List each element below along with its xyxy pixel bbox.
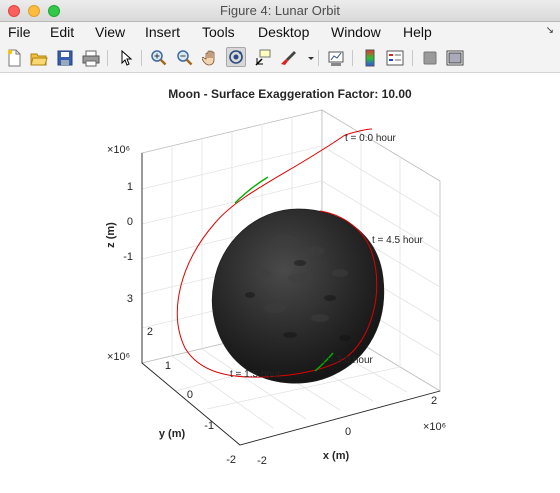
zoom-in-icon[interactable] bbox=[150, 49, 168, 67]
y-tick-label: 3 bbox=[127, 293, 133, 305]
plot-title: Moon - Surface Exaggeration Factor: 10.0… bbox=[168, 87, 412, 101]
menu-help[interactable]: Help bbox=[403, 24, 432, 40]
x-tick-label: 0 bbox=[345, 426, 351, 438]
brush-icon[interactable] bbox=[280, 49, 298, 67]
dropdown-arrow-icon[interactable] bbox=[302, 49, 314, 67]
figure-canvas[interactable]: Moon - Surface Exaggeration Factor: 10.0… bbox=[0, 73, 560, 493]
menubar: File Edit View Insert Tools Desktop Wind… bbox=[0, 22, 560, 43]
pan-hand-icon[interactable] bbox=[202, 49, 220, 67]
link-plot-icon[interactable] bbox=[327, 49, 345, 67]
x-axis-label: x (m) bbox=[323, 450, 350, 462]
z-axis-label: z (m) bbox=[105, 222, 117, 248]
edit-plot-pointer-icon[interactable] bbox=[117, 49, 135, 67]
z-tick-label: -1 bbox=[123, 251, 133, 263]
y-tick-label: -1 bbox=[204, 420, 214, 432]
menu-desktop[interactable]: Desktop bbox=[258, 24, 309, 40]
menu-edit[interactable]: Edit bbox=[50, 24, 74, 40]
new-figure-icon[interactable] bbox=[5, 49, 23, 67]
y-axis-label: y (m) bbox=[159, 428, 186, 440]
z-exponent: ×10⁶ bbox=[107, 144, 130, 156]
y-tick-label: 0 bbox=[187, 389, 193, 401]
x-exponent: ×10⁶ bbox=[423, 421, 446, 433]
y-exponent: ×10⁶ bbox=[107, 351, 130, 363]
menu-tools[interactable]: Tools bbox=[202, 24, 235, 40]
menu-view[interactable]: View bbox=[95, 24, 125, 40]
x-tick-label: 2 bbox=[431, 395, 437, 407]
rotate-3d-icon[interactable] bbox=[226, 47, 246, 67]
menu-file[interactable]: File bbox=[8, 24, 31, 40]
print-icon[interactable] bbox=[82, 49, 100, 67]
zoom-out-icon[interactable] bbox=[176, 49, 194, 67]
annotation-t45: t = 4.5 hour bbox=[372, 235, 424, 246]
window-titlebar: Figure 4: Lunar Orbit bbox=[0, 0, 560, 22]
menu-insert[interactable]: Insert bbox=[145, 24, 180, 40]
annotation-t30: t = 3.0 hour bbox=[322, 355, 374, 366]
plot-axes[interactable]: Moon - Surface Exaggeration Factor: 10.0… bbox=[0, 73, 560, 493]
annotation-t15: t = 1.5 hour bbox=[230, 369, 282, 380]
z-tick-label: 1 bbox=[127, 181, 133, 193]
dock-arrow-icon[interactable]: ↘ bbox=[546, 25, 554, 36]
annotation-t0: t = 0.0 hour bbox=[345, 133, 397, 144]
data-cursor-icon[interactable] bbox=[254, 49, 272, 67]
y-tick-label: 1 bbox=[165, 360, 171, 372]
save-icon[interactable] bbox=[56, 49, 74, 67]
figure-toolbar bbox=[0, 43, 560, 73]
insert-colorbar-icon[interactable] bbox=[361, 49, 379, 67]
y-tick-label: -2 bbox=[226, 454, 236, 466]
menu-window[interactable]: Window bbox=[331, 24, 381, 40]
z-tick-label: 0 bbox=[127, 216, 133, 228]
insert-legend-icon[interactable] bbox=[386, 49, 404, 67]
show-plot-tools-icon[interactable] bbox=[446, 49, 464, 67]
hide-plot-tools-icon[interactable] bbox=[421, 49, 439, 67]
window-title: Figure 4: Lunar Orbit bbox=[220, 3, 340, 18]
open-file-icon[interactable] bbox=[30, 49, 48, 67]
y-tick-label: 2 bbox=[147, 326, 153, 338]
x-tick-label: -2 bbox=[257, 455, 267, 467]
